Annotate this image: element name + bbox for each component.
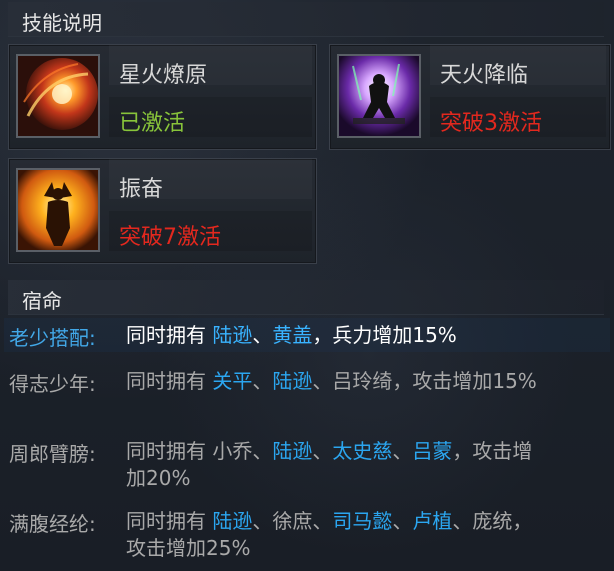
- fate-text: ，兵力增加15%: [312, 323, 457, 347]
- fate-description: 同时拥有 陆逊、徐庶、司马懿、卢植、庞统，攻击增加25%: [126, 508, 546, 562]
- fate-name: 得志少年:: [9, 372, 96, 396]
- fate-text: 、徐庶、: [252, 509, 333, 533]
- fate-hero-name: 黄盖: [272, 323, 313, 347]
- skill-name: 振奋: [119, 177, 164, 202]
- fate-text: 同时拥有 小乔、: [126, 439, 273, 463]
- fate-hero-name: 陆逊: [272, 369, 313, 393]
- fate-description: 同时拥有 小乔、陆逊、太史慈、吕蒙，攻击增加20%: [126, 438, 546, 492]
- fate-hero-name: 太史慈: [332, 439, 393, 463]
- fate-text: 同时拥有: [126, 323, 213, 347]
- skill-name: 星火燎原: [119, 63, 208, 88]
- fate-text: 、: [312, 439, 333, 463]
- skill-card-1[interactable]: 星火燎原 已激活: [8, 44, 317, 150]
- skill-card-3[interactable]: 振奋 突破7激活: [8, 158, 317, 264]
- skill-card-2[interactable]: 天火降临 突破3激活: [329, 44, 611, 150]
- skill-section-header: 技能说明: [8, 2, 604, 37]
- fate-hero-name: 司马懿: [332, 509, 393, 533]
- skill-status: 突破3激活: [440, 111, 542, 136]
- fate-hero-name: 陆逊: [272, 439, 313, 463]
- skill-name: 天火降临: [440, 63, 529, 88]
- fate-section-header: 宿命: [8, 280, 604, 315]
- fate-text: 同时拥有: [126, 509, 213, 533]
- fate-description: 同时拥有 陆逊、黄盖，兵力增加15%: [126, 322, 546, 349]
- fate-name: 老少搭配:: [9, 326, 96, 350]
- skill-section-title: 技能说明: [22, 11, 102, 35]
- warrior-fire-aura-icon: [16, 168, 100, 252]
- fate-name: 满腹经纶:: [9, 512, 96, 536]
- fate-text: 、: [252, 323, 273, 347]
- fate-hero-name: 吕蒙: [412, 439, 453, 463]
- fate-hero-name: 卢植: [412, 509, 453, 533]
- fate-hero-name: 陆逊: [212, 509, 253, 533]
- fire-vortex-icon: [16, 54, 100, 138]
- fate-hero-name: 陆逊: [212, 323, 253, 347]
- fate-name: 周郎臂膀:: [9, 442, 96, 466]
- fate-hero-name: 关平: [212, 369, 253, 393]
- skill-status: 突破7激活: [119, 225, 221, 250]
- fate-description: 同时拥有 关平、陆逊、吕玲绮，攻击增加15%: [126, 368, 546, 395]
- fate-text: 、: [252, 369, 273, 393]
- fate-section-title: 宿命: [22, 289, 62, 313]
- fate-text: 、吕玲绮，攻击增加15%: [312, 369, 537, 393]
- fate-text: 、: [392, 439, 413, 463]
- warrior-purple-flame-icon: [337, 54, 421, 138]
- fate-text: 同时拥有: [126, 369, 213, 393]
- fate-text: 、: [392, 509, 413, 533]
- skill-status: 已激活: [119, 111, 186, 136]
